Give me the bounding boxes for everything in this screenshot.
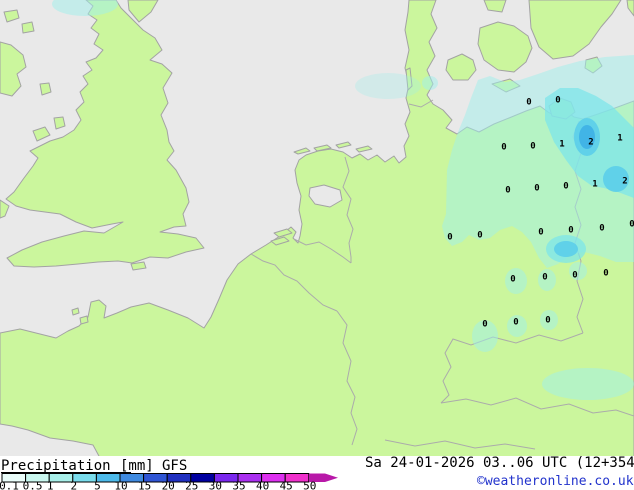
legend-model: GFS [162,458,187,474]
colorbar-tick-label: 5 [94,480,101,490]
colorbar-tick-label: 1 [47,480,54,490]
precip-value-label: 0 [542,273,547,283]
colorbar-tick-label: 2 [70,480,77,490]
precip-value-label: 0 [477,231,482,241]
precip-value-label: 2 [622,177,627,187]
precip-value-label: 0 [534,184,539,194]
precip-value-label: 0 [501,143,506,153]
colorbar-tick-label: 0.5 [23,480,43,490]
colorbar-tick-label: 30 [209,480,222,490]
precip-value-label: 0 [510,275,515,285]
precip-value-label: 0 [555,96,560,106]
precip-value-label: 0 [505,186,510,196]
colorbar-tick-label: 40 [256,480,269,490]
precip-value-label: 1 [617,134,622,144]
precip-patch-czech [542,368,634,400]
channel-island-2 [79,315,89,325]
colorbar-tick-label: 10 [114,480,127,490]
precip-core-south [554,241,578,257]
colorbar-tick-label: 35 [232,480,245,490]
weather-map-screenshot: 0000121000120000000000000 Precipitation … [0,0,634,490]
isle-of-wight [130,261,147,271]
colorbar-tick-label: 25 [185,480,198,490]
precip-value-label: 0 [599,224,604,234]
precip-value-label: 0 [530,142,535,152]
precip-value-label: 0 [538,228,543,238]
precip-value-label: 2 [588,138,593,148]
precip-patch [422,76,438,90]
legend-unit: [mm] [120,458,154,474]
forecast-datetime: Sa 24-01-2026 03..06 UTC (12+354) [365,455,634,471]
precip-value-label: 0 [568,226,573,236]
colorbar-tick-label: 0.1 [0,480,19,490]
precip-value-label: 0 [447,233,452,243]
precip-patch-jutland [355,73,421,99]
colorbar-tick-label: 45 [280,480,293,490]
precip-value-label: 1 [592,180,597,190]
precip-value-label: 0 [563,182,568,192]
precip-value-label: 1 [559,140,564,150]
precip-value-label: 0 [603,269,608,279]
precip-value-label: 0 [629,220,634,230]
precip-value-label: 0 [482,320,487,330]
precipitation-map: 0 00 0 1 2 10 0 0 1 20 0 0 0 0 00 0 0 00 0 0 Precipitation … [0,0,634,490]
colorbar-tick-label: 15 [138,480,151,490]
precip-patch [505,268,527,294]
islay-island [21,21,35,34]
precip-value-label: 0 [572,271,577,281]
colorbar-tick-label: 20 [162,480,175,490]
precip-value-label: 0 [545,316,550,326]
legend-title: Precipitation [1,458,111,474]
precip-value-label: 0 [526,98,531,108]
precip-value-label: 0 [513,318,518,328]
copyright-text: ©weatheronline.co.uk [477,474,634,489]
colorbar-tick-label: 50 [303,480,316,490]
